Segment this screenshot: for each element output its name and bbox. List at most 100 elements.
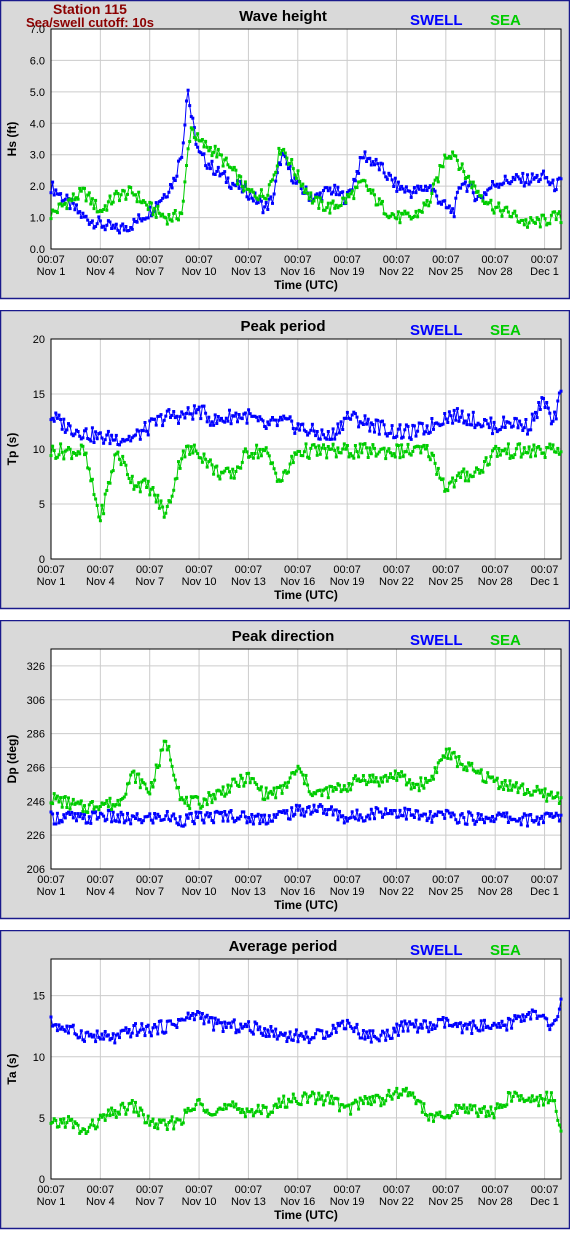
series-point-swell: [554, 188, 558, 192]
series-point-sea: [441, 477, 445, 481]
x-tick-time: 00:07: [531, 254, 559, 266]
series-point-swell: [122, 228, 126, 232]
series-point-swell: [164, 1030, 168, 1034]
series-point-sea: [420, 210, 424, 214]
series-point-sea: [309, 1094, 313, 1098]
series-point-swell: [223, 170, 227, 174]
series-point-sea: [510, 788, 514, 792]
series-point-swell: [175, 414, 179, 418]
series-point-swell: [57, 413, 61, 417]
series-point-sea: [323, 1099, 327, 1103]
series-point-swell: [471, 191, 475, 195]
series-point-sea: [554, 795, 558, 798]
series-point-swell: [446, 1018, 450, 1022]
series-point-sea: [344, 447, 348, 451]
series-point-sea: [535, 784, 539, 788]
series-point-swell: [75, 1033, 78, 1037]
x-tick-date: Nov 1: [37, 1196, 66, 1208]
series-point-swell: [108, 220, 112, 224]
series-point-sea: [312, 1092, 316, 1096]
series-point-swell: [247, 816, 251, 819]
series-point-sea: [70, 1117, 74, 1121]
series-point-swell: [387, 812, 391, 815]
series-point-sea: [342, 442, 346, 446]
series-point-sea: [242, 1110, 246, 1114]
x-tick-time: 00:07: [136, 254, 164, 266]
series-point-swell: [199, 1016, 203, 1020]
series-point-sea: [113, 1109, 117, 1112]
series-point-swell: [301, 422, 305, 426]
series-point-swell: [224, 1026, 228, 1029]
series-point-swell: [416, 809, 420, 813]
series-point-sea: [87, 191, 91, 195]
series-point-sea: [253, 452, 257, 455]
x-tick-date: Nov 10: [182, 576, 217, 588]
series-point-swell: [432, 427, 435, 431]
series-point-sea: [382, 446, 386, 450]
series-point-swell: [220, 1021, 223, 1025]
series-point-sea: [194, 137, 198, 141]
series-point-sea: [521, 452, 525, 456]
series-point-sea: [392, 452, 396, 456]
series-point-swell: [87, 815, 91, 819]
series-point-sea: [506, 788, 510, 792]
series-point-sea: [200, 1103, 204, 1107]
series-point-sea: [86, 811, 90, 814]
series-point-sea: [106, 200, 110, 204]
series-point-sea: [454, 755, 458, 759]
series-point-swell: [546, 812, 550, 815]
series-point-swell: [489, 1027, 493, 1030]
series-point-sea: [146, 1114, 150, 1118]
series-point-swell: [535, 815, 539, 819]
chart-title: Average period: [229, 938, 338, 955]
series-point-sea: [178, 1118, 182, 1122]
series-point-sea: [366, 780, 370, 784]
series-point-swell: [100, 1032, 104, 1036]
series-point-swell: [449, 414, 453, 418]
series-point-sea: [355, 450, 359, 454]
series-point-swell: [510, 180, 514, 184]
series-point-swell: [441, 1016, 445, 1019]
series-point-swell: [103, 1030, 107, 1033]
x-tick-date: Nov 22: [379, 576, 414, 588]
series-point-swell: [385, 1028, 389, 1032]
series-point-swell: [293, 812, 297, 816]
series-point-swell: [411, 190, 415, 194]
series-point-sea: [250, 452, 254, 455]
series-point-swell: [325, 813, 329, 817]
series-point-swell: [285, 1040, 289, 1043]
series-point-sea: [500, 214, 504, 218]
series-point-swell: [94, 1040, 98, 1044]
series-point-swell: [518, 817, 522, 821]
series-point-swell: [272, 813, 276, 817]
series-point-swell: [148, 812, 152, 816]
series-point-swell: [457, 820, 461, 824]
series-point-sea: [559, 1129, 563, 1133]
series-point-swell: [118, 443, 121, 447]
series-point-sea: [350, 189, 354, 193]
series-point-sea: [192, 1108, 196, 1111]
y-tick-label: 326: [27, 661, 45, 673]
series-point-sea: [231, 1100, 235, 1104]
series-point-swell: [102, 224, 106, 228]
series-point-swell: [248, 412, 252, 416]
series-point-swell: [105, 817, 109, 821]
series-point-sea: [473, 470, 477, 474]
x-tick-date: Nov 10: [182, 886, 217, 898]
series-point-swell: [124, 819, 128, 823]
series-point-sea: [282, 1094, 286, 1098]
x-tick-date: Nov 13: [231, 886, 266, 898]
series-point-sea: [519, 1094, 523, 1098]
series-point-sea: [424, 203, 427, 207]
series-point-sea: [381, 780, 384, 784]
series-point-swell: [548, 411, 552, 415]
series-point-swell: [411, 813, 415, 817]
series-point-swell: [110, 1037, 114, 1040]
series-point-sea: [436, 466, 440, 470]
series-point-swell: [296, 422, 300, 426]
series-point-swell: [377, 432, 381, 436]
series-point-sea: [145, 203, 149, 207]
series-point-swell: [180, 155, 184, 159]
series-point-swell: [322, 811, 325, 815]
series-point-sea: [111, 200, 115, 204]
